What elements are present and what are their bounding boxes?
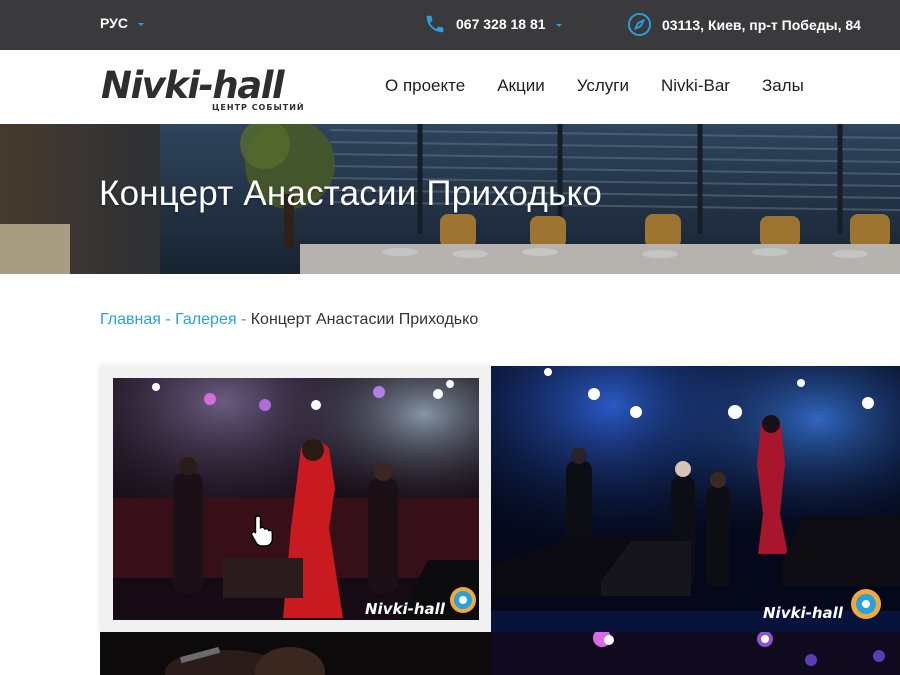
- page-title: Концерт Анастасии Приходько: [99, 174, 603, 213]
- svg-text:ЦЕНТР СОБЫТИЙ: ЦЕНТР СОБЫТИЙ: [212, 101, 305, 112]
- breadcrumb-current: Концерт Анастасии Приходько: [250, 311, 479, 328]
- gallery-photo-1[interactable]: Nivki-hall: [113, 378, 479, 620]
- watermark-logo: Nivki-hall: [763, 604, 844, 622]
- hero-banner: Концерт Анастасии Приходько: [0, 124, 900, 274]
- caret-down-icon: [137, 22, 144, 26]
- concert-photo: Nivki-hall: [491, 366, 900, 632]
- watermark-logo: Nivki-hall: [365, 600, 446, 618]
- concert-photo: [100, 632, 491, 675]
- logo-graphic: Nivki-hall ЦЕНТР СОБЫТИЙ: [101, 64, 305, 112]
- gallery-photo-4[interactable]: [491, 632, 900, 675]
- hand-pointer-icon: [250, 515, 273, 547]
- nav-item-halls[interactable]: Залы: [762, 76, 804, 96]
- top-bar: РУС 067 328 18 81 03113, Киев, пр-т Побе…: [0, 0, 900, 50]
- breadcrumb-separator: -: [240, 311, 247, 328]
- main-nav: О проекте Акции Услуги Nivki-Bar Залы: [385, 76, 804, 96]
- svg-text:Nivki-hall: Nivki-hall: [101, 64, 286, 107]
- breadcrumb-separator: -: [165, 311, 171, 328]
- breadcrumb-home-link[interactable]: Главная: [100, 311, 161, 328]
- site-header: Nivki-hall ЦЕНТР СОБЫТИЙ О проекте Акции…: [0, 50, 900, 124]
- language-label: РУС: [100, 15, 128, 31]
- language-selector[interactable]: РУС: [100, 15, 144, 31]
- breadcrumb: Главная - Галерея - Концерт Анастасии Пр…: [100, 311, 478, 329]
- concert-photo: [491, 632, 900, 675]
- caret-down-icon: [555, 23, 562, 27]
- nav-item-nivki-bar[interactable]: Nivki-Bar: [661, 76, 730, 96]
- phone-icon: [426, 15, 444, 33]
- gallery-photo-3[interactable]: [100, 632, 491, 675]
- site-logo[interactable]: Nivki-hall ЦЕНТР СОБЫТИЙ: [100, 62, 314, 114]
- breadcrumb-gallery-link[interactable]: Галерея: [175, 311, 236, 328]
- address: 03113, Киев, пр-т Победы, 84: [627, 12, 861, 37]
- compass-icon: [627, 12, 652, 37]
- address-text: 03113, Киев, пр-т Победы, 84: [662, 16, 861, 33]
- nav-item-about[interactable]: О проекте: [385, 76, 465, 96]
- phone-number: 067 328 18 81: [456, 16, 546, 32]
- phone-selector[interactable]: 067 328 18 81: [424, 13, 562, 35]
- nav-item-promotions[interactable]: Акции: [497, 76, 545, 96]
- nav-item-services[interactable]: Услуги: [577, 76, 629, 96]
- concert-photo: Nivki-hall: [113, 378, 479, 620]
- gallery-photo-2[interactable]: Nivki-hall: [491, 366, 900, 632]
